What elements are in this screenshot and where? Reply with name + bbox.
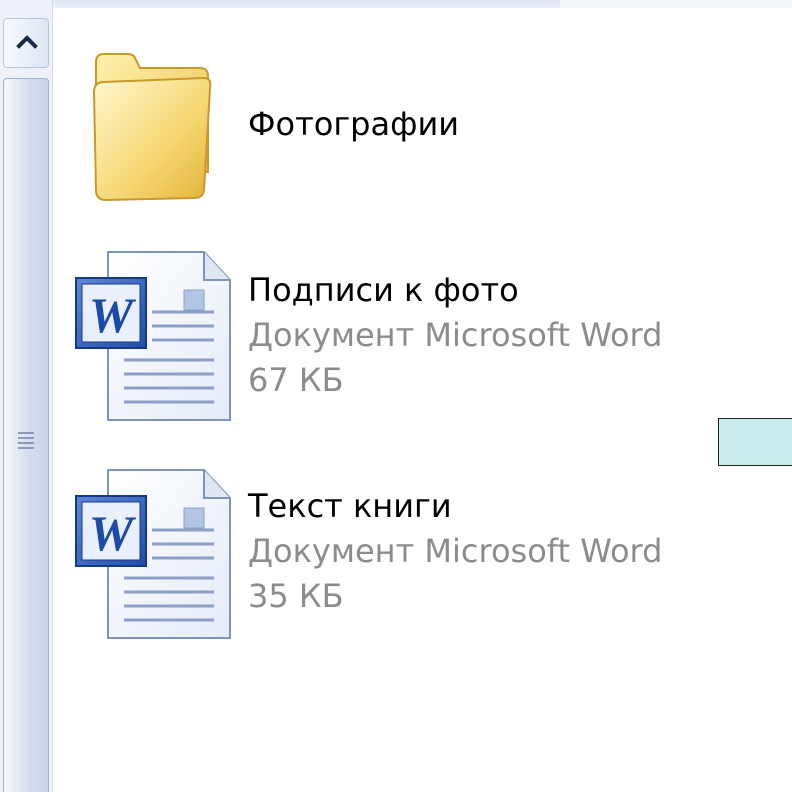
file-item-folder[interactable]: Фотографии bbox=[0, 40, 700, 210]
svg-text:W: W bbox=[89, 505, 137, 561]
header-strip-right bbox=[560, 0, 792, 8]
file-name: Подписи к фото bbox=[248, 271, 519, 309]
file-item-tekst[interactable]: W Текст книги Документ Microsoft Word 35… bbox=[0, 466, 700, 641]
file-type: Документ Microsoft Word bbox=[248, 316, 663, 354]
word-document-icon: W bbox=[75, 469, 231, 639]
folder-icon bbox=[92, 53, 212, 202]
file-type: Документ Microsoft Word bbox=[248, 532, 663, 570]
grip-icon bbox=[18, 432, 34, 449]
svg-text:W: W bbox=[89, 287, 137, 343]
file-size: 35 КБ bbox=[248, 577, 344, 615]
cyan-rectangle-shape bbox=[718, 418, 792, 466]
file-item-podpisi[interactable]: W Подписи к фото Документ Microsoft Word… bbox=[0, 248, 700, 423]
file-list-view: Фотографии W Подписи к фото Документ Mic… bbox=[0, 0, 792, 792]
word-document-icon: W bbox=[75, 251, 231, 421]
file-size: 67 КБ bbox=[248, 361, 344, 399]
file-name: Фотографии bbox=[248, 105, 460, 143]
header-strip bbox=[0, 0, 560, 8]
file-name: Текст книги bbox=[248, 487, 452, 525]
